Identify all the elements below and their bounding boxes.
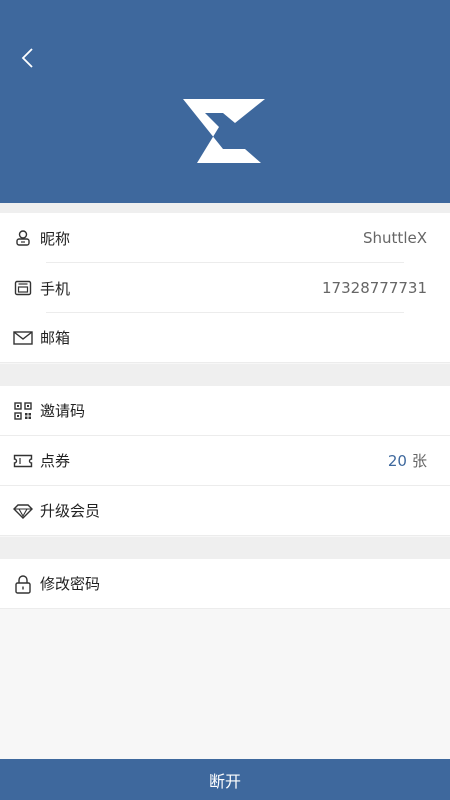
envelope-icon <box>13 328 33 348</box>
shuttlex-z-logo-icon <box>183 97 267 163</box>
chevron-left-icon <box>21 47 35 73</box>
diamond-icon <box>13 501 33 521</box>
nickname-value: ShuttleX <box>363 229 427 247</box>
section-gap <box>0 364 450 386</box>
email-label: 邮箱 <box>40 329 71 347</box>
coupons-count: 20 <box>387 451 407 470</box>
change-password-row[interactable]: 修改密码 <box>0 559 450 609</box>
coupons-label: 点券 <box>40 452 71 470</box>
security-group: 修改密码 <box>0 559 450 609</box>
sim-card-icon <box>13 278 33 298</box>
profile-header <box>0 0 450 203</box>
profile-group: 昵称 ShuttleX 手机 17328777731 邮箱 <box>0 213 450 363</box>
ticket-icon <box>13 451 33 471</box>
email-row[interactable]: 邮箱 <box>0 313 450 363</box>
disconnect-button[interactable]: 断开 <box>0 759 450 800</box>
invite-code-row[interactable]: 邀请码 <box>0 386 450 436</box>
phone-label: 手机 <box>40 279 71 298</box>
user-icon <box>13 228 33 248</box>
account-group: 邀请码 点券 20 张 升级会员 <box>0 386 450 536</box>
section-gap <box>0 203 450 213</box>
phone-row[interactable]: 手机 17328777731 <box>0 263 450 313</box>
upgrade-membership-row[interactable]: 升级会员 <box>0 486 450 536</box>
section-gap <box>0 537 450 559</box>
coupons-unit: 张 <box>411 452 427 470</box>
invite-code-label: 邀请码 <box>40 402 86 420</box>
nickname-row[interactable]: 昵称 ShuttleX <box>0 213 450 263</box>
coupons-row[interactable]: 点券 20 张 <box>0 436 450 486</box>
nickname-label: 昵称 <box>40 229 71 248</box>
lock-icon <box>13 574 33 594</box>
change-password-label: 修改密码 <box>40 575 101 593</box>
qr-code-icon <box>13 401 33 421</box>
back-button[interactable] <box>14 46 42 74</box>
phone-value: 17328777731 <box>322 279 427 297</box>
upgrade-membership-label: 升级会员 <box>40 502 101 520</box>
